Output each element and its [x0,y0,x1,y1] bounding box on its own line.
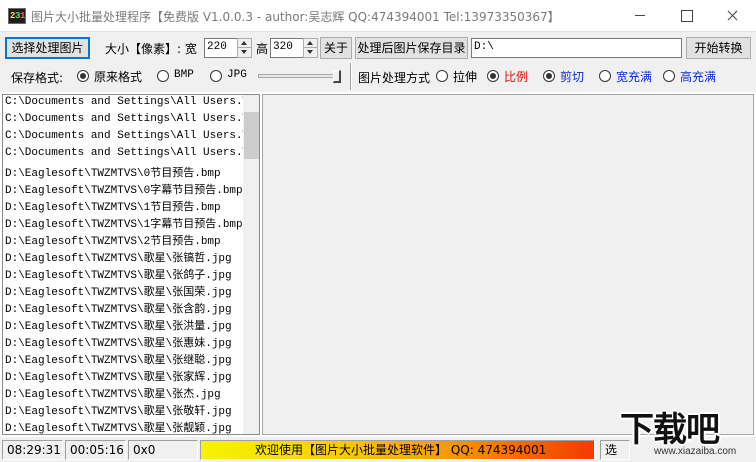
app-icon: 2 3 1 [8,8,26,24]
method-fill-width-label: 宽充满 [616,70,653,84]
watermark: 下载吧 www.xiazaiba.com [620,402,756,462]
width-input[interactable]: 220 [204,38,238,58]
format-bmp-radio[interactable]: BMP [157,68,202,84]
size-label: 大小【像素】: 宽 [105,42,197,56]
method-fill-width-radio[interactable]: 宽充满 [599,68,659,84]
radio-unchecked-icon [663,70,675,82]
radio-unchecked-icon [436,70,448,82]
file-list[interactable]: C:\Documents and Settings\All Users.WIND… [2,94,260,435]
radio-checked-icon [487,70,499,82]
file-list-item[interactable]: D:\Eaglesoft\TWZMTVS\0字幕节目预告.bmp [3,181,243,198]
method-label: 图片处理方式 [358,71,431,85]
format-original-radio[interactable]: 原来格式 [77,68,147,84]
window-title: 图片大小批量处理程序【免费版 V1.0.0.3 - author:吴志辉 QQ:… [31,10,560,24]
file-list-item[interactable]: D:\Eaglesoft\TWZMTVS\歌星\张洪量.jpg [3,317,243,334]
radio-unchecked-icon [210,70,222,82]
method-stretch-label: 拉伸 [453,70,478,84]
file-list-item[interactable]: D:\Eaglesoft\TWZMTVS\歌星\张惠妹.jpg [3,334,243,351]
vertical-scrollbar[interactable] [243,95,259,434]
method-ratio-radio[interactable]: 比例 [487,68,532,84]
start-convert-button[interactable]: 开始转换 [686,37,751,59]
maximize-button[interactable] [663,0,709,31]
file-list-item[interactable]: C:\Documents and Settings\All Users.WIND… [3,130,243,147]
file-rows: C:\Documents and Settings\All Users.WIND… [3,96,243,434]
chevron-down-icon[interactable] [238,48,251,57]
format-bmp-label: BMP [174,69,194,81]
select-images-button[interactable]: 选择处理图片 [5,37,90,59]
file-list-item[interactable]: C:\Documents and Settings\All Users.WIND… [3,96,243,113]
format-jpg-label: JPG [227,69,247,81]
minimize-button[interactable] [617,0,663,31]
method-fill-height-label: 高充满 [680,70,717,84]
file-list-item[interactable]: D:\Eaglesoft\TWZMTVS\歌星\张家辉.jpg [3,368,243,385]
format-original-label: 原来格式 [94,70,143,84]
title-bar: 2 3 1 图片大小批量处理程序【免费版 V1.0.0.3 - author:吴… [0,0,756,31]
file-list-item[interactable]: D:\Eaglesoft\TWZMTVS\1字幕节目预告.bmp [3,215,243,232]
quality-slider[interactable] [258,74,338,78]
width-stepper[interactable] [237,38,252,58]
format-jpg-radio[interactable]: JPG [210,68,255,84]
about-button[interactable]: 关于 [320,37,352,59]
status-clock: 08:29:31 [2,440,63,460]
divider [350,63,352,90]
radio-unchecked-icon [157,70,169,82]
method-ratio-label: 比例 [504,70,529,84]
method-crop-radio[interactable]: 剪切 [543,68,588,84]
status-hex: 0x0 [128,440,198,460]
file-list-item[interactable]: D:\Eaglesoft\TWZMTVS\歌星\张含韵.jpg [3,300,243,317]
file-list-item[interactable]: C:\Documents and Settings\All Users.WIND… [3,147,243,164]
file-list-item[interactable]: D:\Eaglesoft\TWZMTVS\歌星\张镐哲.jpg [3,249,243,266]
file-list-item[interactable]: D:\Eaglesoft\TWZMTVS\2节目预告.bmp [3,232,243,249]
file-list-item[interactable]: D:\Eaglesoft\TWZMTVS\歌星\张敬轩.jpg [3,402,243,419]
height-label: 高 [256,42,269,56]
file-list-item[interactable]: D:\Eaglesoft\TWZMTVS\歌星\张鸽子.jpg [3,266,243,283]
radio-checked-icon [77,70,89,82]
chevron-down-icon[interactable] [304,48,317,57]
scrollbar-thumb[interactable] [244,112,259,159]
file-list-item[interactable]: C:\Documents and Settings\All Users.WIND… [3,113,243,130]
file-list-item[interactable]: D:\Eaglesoft\TWZMTVS\1节目预告.bmp [3,198,243,215]
chevron-up-icon[interactable] [304,39,317,48]
toolbar: 选择处理图片 大小【像素】: 宽 220 高 320 关于 处理后图片保存目录 … [0,31,756,61]
chevron-up-icon[interactable] [238,39,251,48]
status-welcome: 欢迎使用【图片大小批量处理软件】 QQ: 474394001 [200,440,595,460]
save-directory-input[interactable]: D:\ [471,38,682,58]
radio-checked-icon [543,70,555,82]
method-stretch-radio[interactable]: 拉伸 [436,68,481,84]
height-input[interactable]: 320 [270,38,304,58]
file-list-item[interactable]: D:\Eaglesoft\TWZMTVS\歌星\张靓颖.jpg [3,419,243,434]
format-label: 保存格式: [11,71,64,85]
radio-unchecked-icon [599,70,611,82]
options-bar: 保存格式: 原来格式 BMP JPG 图片处理方式 拉伸 比例 剪切 宽充满 高… [0,61,756,92]
app-icon-char: 1 [20,11,26,21]
image-preview-pane [262,94,754,435]
save-directory-button[interactable]: 处理后图片保存目录 [355,37,468,59]
height-stepper[interactable] [303,38,318,58]
file-list-item[interactable]: D:\Eaglesoft\TWZMTVS\0节目预告.bmp [3,164,243,181]
watermark-url: www.xiazaiba.com [654,446,737,457]
watermark-logo: 下载吧 [620,411,720,449]
slider-thumb[interactable] [333,70,341,83]
file-list-item[interactable]: D:\Eaglesoft\TWZMTVS\歌星\张继聪.jpg [3,351,243,368]
file-list-item[interactable]: D:\Eaglesoft\TWZMTVS\歌星\张杰.jpg [3,385,243,402]
method-crop-label: 剪切 [560,70,585,84]
file-list-item[interactable]: D:\Eaglesoft\TWZMTVS\歌星\张国荣.jpg [3,283,243,300]
method-fill-height-radio[interactable]: 高充满 [663,68,723,84]
status-elapsed: 00:05:16 [65,440,126,460]
close-button[interactable] [709,0,755,31]
